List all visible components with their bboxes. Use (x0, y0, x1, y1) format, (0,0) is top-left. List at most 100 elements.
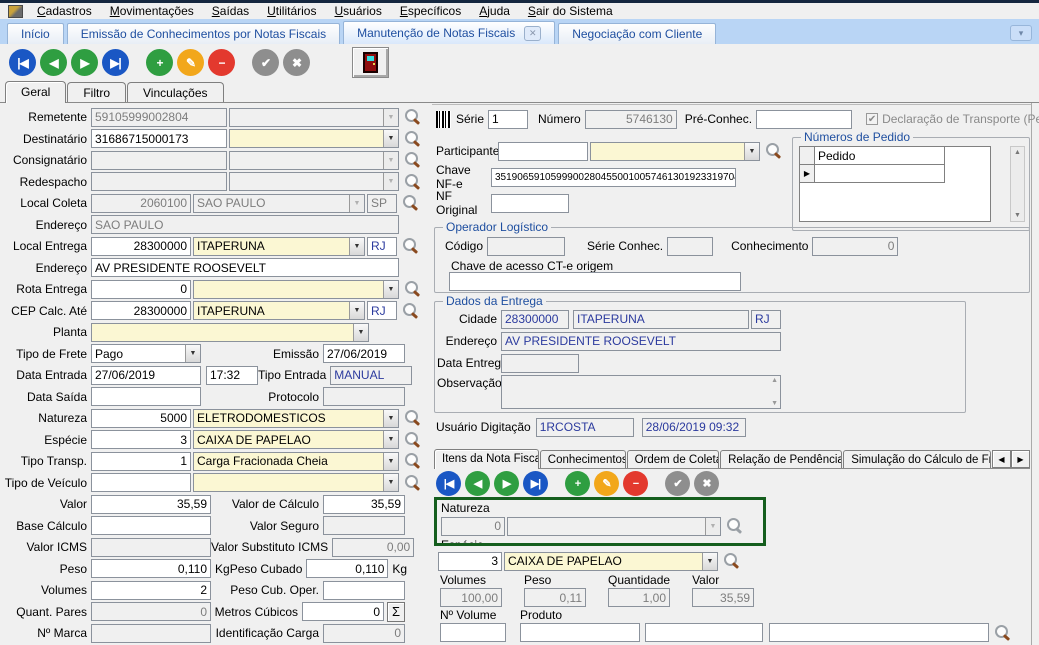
consignatario-search-icon[interactable] (404, 152, 420, 168)
tab-itens-nota-fiscal[interactable]: Itens da Nota Fiscal (434, 449, 539, 469)
rota-entrega-combo[interactable]: ▼ (193, 280, 399, 299)
chevron-down-icon[interactable]: ▼ (383, 410, 398, 427)
row-selector-icon[interactable]: ▶ (800, 165, 815, 183)
cep-calc-code-field[interactable]: 28300000 (91, 301, 191, 320)
tab-manutencao-notas[interactable]: Manutenção de Notas Fiscais ✕ (343, 21, 555, 44)
edit-button[interactable]: ✎ (177, 49, 204, 76)
scroll-down-icon[interactable]: ▼ (1014, 212, 1021, 219)
menu-especificos[interactable]: Específicos (391, 4, 470, 18)
participante-code-field[interactable] (498, 142, 588, 161)
menu-utilitarios[interactable]: Utilitários (258, 4, 325, 18)
participante-combo[interactable]: ▼ (590, 142, 760, 161)
produto-desc-field[interactable] (769, 623, 989, 642)
data-entrada-date-field[interactable]: 27/06/2019 (91, 366, 201, 385)
tab-geral[interactable]: Geral (5, 81, 66, 103)
menu-movimentacoes[interactable]: Movimentações (101, 4, 203, 18)
tipo-transp-code-field[interactable]: 1 (91, 452, 191, 471)
sum-button[interactable]: Σ (387, 602, 405, 622)
local-entrega-city-combo[interactable]: ITAPERUNA▼ (193, 237, 365, 256)
chevron-down-icon[interactable]: ▼ (383, 281, 398, 298)
tab-emissao-conhecimentos[interactable]: Emissão de Conhecimentos por Notas Fisca… (67, 23, 340, 44)
menu-usuarios[interactable]: Usuários (325, 4, 390, 18)
item-nav-next-button[interactable]: ▶ (494, 471, 519, 496)
local-entrega-search-icon[interactable] (402, 238, 418, 254)
num-volume-field[interactable] (440, 623, 506, 642)
especie-combo[interactable]: CAIXA DE PAPELAO▼ (193, 430, 399, 449)
chevron-down-icon[interactable]: ▼ (383, 130, 398, 147)
tab-scroll-right-button[interactable]: ▶ (1011, 450, 1030, 468)
chevron-down-icon[interactable]: ▼ (185, 345, 200, 362)
confirm-button[interactable]: ✔ (252, 49, 279, 76)
redespacho-search-icon[interactable] (404, 174, 420, 190)
serie-field[interactable]: 1 (488, 110, 528, 129)
rota-entrega-search-icon[interactable] (404, 281, 420, 297)
item-especie-combo[interactable]: CAIXA DE PAPELAO▼ (504, 552, 718, 571)
local-entrega-code-field[interactable]: 28300000 (91, 237, 191, 256)
item-nav-first-button[interactable]: |◀ (436, 471, 461, 496)
item-edit-button[interactable]: ✎ (594, 471, 619, 496)
nav-first-button[interactable]: |◀ (9, 49, 36, 76)
especie-search-icon[interactable] (404, 432, 420, 448)
valor-calculo-field[interactable]: 35,59 (323, 495, 405, 514)
pedidos-scrollbar[interactable]: ▲▼ (1010, 146, 1025, 222)
chave-cte-field[interactable] (449, 272, 741, 291)
item-cancel-button[interactable]: ✖ (694, 471, 719, 496)
emissao-field[interactable]: 27/06/2019 (323, 344, 405, 363)
chevron-down-icon[interactable]: ▼ (702, 553, 717, 570)
chave-nfe-field[interactable]: 3519065910599900280455001005746130192331… (491, 168, 736, 187)
nav-last-button[interactable]: ▶| (102, 49, 129, 76)
add-button[interactable]: + (146, 49, 173, 76)
menu-cadastros[interactable]: Cadastros (28, 4, 101, 18)
data-saida-field[interactable] (91, 387, 201, 406)
natureza-search-icon[interactable] (404, 410, 420, 426)
volumes-field[interactable]: 2 (91, 581, 211, 600)
valor-field[interactable]: 35,59 (91, 495, 211, 514)
produto-code-field[interactable] (520, 623, 640, 642)
tipo-veiculo-code-field[interactable] (91, 473, 191, 492)
tipo-veiculo-combo[interactable]: ▼ (193, 473, 399, 492)
cep-calc-city-combo[interactable]: ITAPERUNA▼ (193, 301, 365, 320)
tipo-transp-combo[interactable]: Carga Fracionada Cheia▼ (193, 452, 399, 471)
item-especie-search-icon[interactable] (723, 553, 739, 569)
pre-conhec-field[interactable] (756, 110, 852, 129)
data-entrada-time-field[interactable]: 17:32 (206, 366, 258, 385)
metros-cubicos-field[interactable]: 0 (302, 602, 384, 621)
natureza-combo[interactable]: ELETRODOMESTICOS▼ (193, 409, 399, 428)
pedidos-grid[interactable]: Pedido ▶ (799, 146, 991, 222)
tab-simulacao-calculo[interactable]: Simulação do Cálculo de Fret (843, 450, 991, 468)
produto-search-icon[interactable] (994, 625, 1010, 641)
destinatario-name-combo[interactable]: ▼ (229, 129, 399, 148)
tab-filtro[interactable]: Filtro (67, 82, 126, 102)
cep-calc-search-icon[interactable] (402, 303, 418, 319)
item-delete-button[interactable]: − (623, 471, 648, 496)
exit-button[interactable] (352, 47, 389, 78)
tab-vinculacoes[interactable]: Vinculações (127, 82, 224, 102)
participante-search-icon[interactable] (765, 143, 781, 159)
nav-prev-button[interactable]: ◀ (40, 49, 67, 76)
item-add-button[interactable]: + (565, 471, 590, 496)
chevron-down-icon[interactable]: ▼ (744, 143, 759, 160)
close-icon[interactable]: ✕ (524, 26, 541, 41)
tipo-veiculo-search-icon[interactable] (404, 475, 420, 491)
peso-cubado-field[interactable]: 0,110 (306, 559, 388, 578)
chevron-down-icon[interactable]: ▼ (383, 431, 398, 448)
tab-scroll-left-button[interactable]: ◀ (992, 450, 1011, 468)
tab-negociacao-cliente[interactable]: Negociação com Cliente (558, 23, 716, 44)
tipo-frete-combo[interactable]: Pago▼ (91, 344, 201, 363)
chevron-down-icon[interactable]: ▼ (349, 302, 364, 319)
item-confirm-button[interactable]: ✔ (665, 471, 690, 496)
rota-entrega-code-field[interactable]: 0 (91, 280, 191, 299)
chevron-down-icon[interactable]: ▼ (349, 238, 364, 255)
delete-button[interactable]: − (208, 49, 235, 76)
base-calculo-field[interactable] (91, 516, 211, 535)
remetente-search-icon[interactable] (404, 109, 420, 125)
tab-conhecimentos[interactable]: Conhecimentos (540, 450, 626, 468)
item-nav-last-button[interactable]: ▶| (523, 471, 548, 496)
chevron-down-icon[interactable]: ▼ (383, 474, 398, 491)
item-especie-code-field[interactable]: 3 (438, 552, 502, 571)
produto-ref-field[interactable] (645, 623, 763, 642)
tab-ordem-coleta[interactable]: Ordem de Coleta (627, 450, 720, 468)
menu-ajuda[interactable]: Ajuda (470, 4, 519, 18)
pedido-cell[interactable] (815, 165, 945, 183)
nf-original-field[interactable] (491, 194, 569, 213)
